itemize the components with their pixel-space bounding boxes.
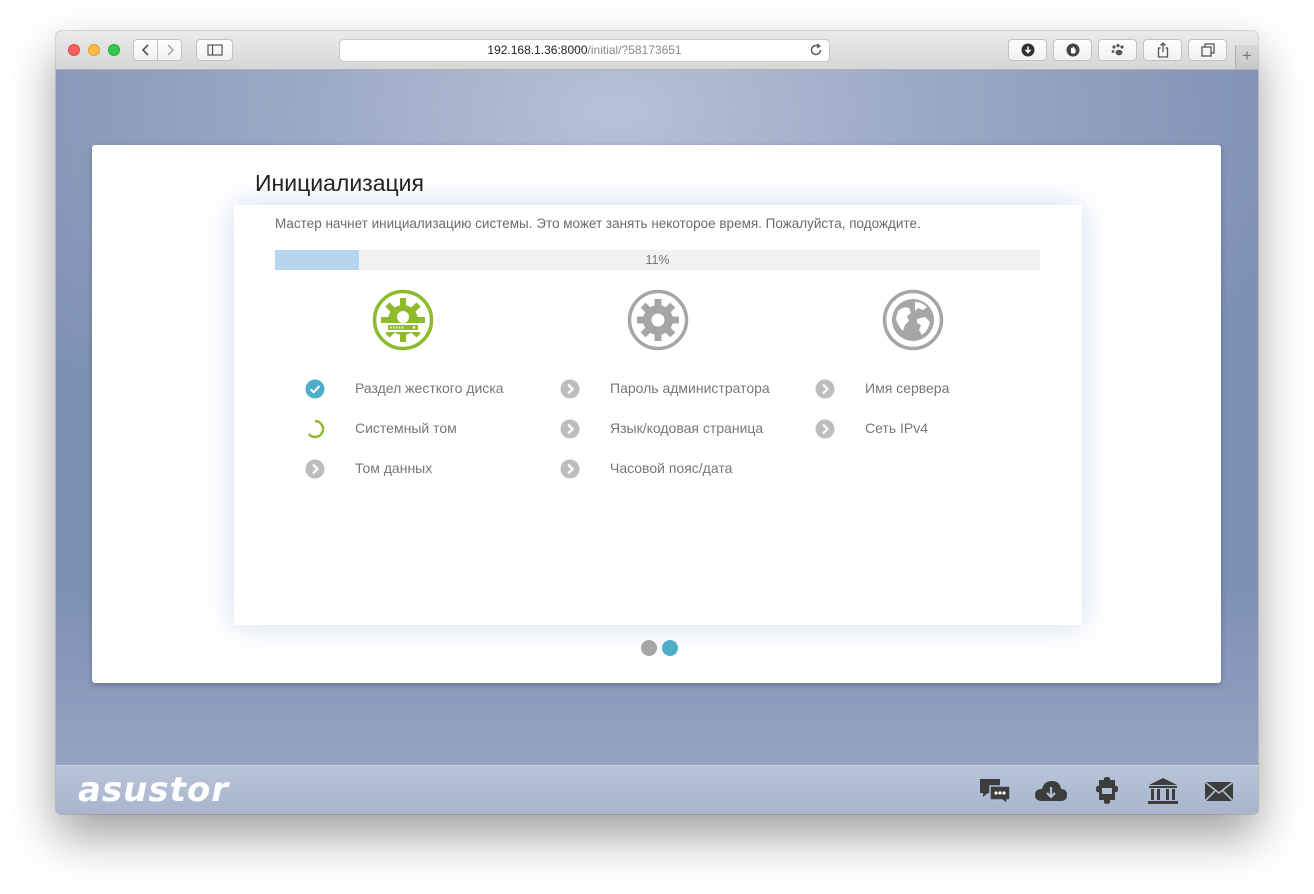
step-status <box>305 419 325 439</box>
browser-window: 192.168.1.36:8000/initial/?58173651 + Ин… <box>56 31 1258 814</box>
progress-label: 11% <box>645 253 670 267</box>
asustor-logo: asustor <box>78 770 230 810</box>
chevron-right-icon <box>166 44 174 56</box>
zoom-window-button[interactable] <box>108 44 120 56</box>
mail-icon[interactable] <box>1202 776 1236 806</box>
back-button[interactable] <box>133 39 158 61</box>
chevron-right-circle-icon <box>815 379 835 399</box>
chevron-left-icon <box>141 44 149 56</box>
chevron-right-circle-icon <box>560 379 580 399</box>
extension-button-1[interactable] <box>1053 39 1092 61</box>
url-path: /initial/?58173651 <box>587 43 682 57</box>
wizard-step-item: Раздел жесткого диска <box>305 379 503 399</box>
chevron-right-circle-icon <box>560 419 580 439</box>
bank-icon[interactable] <box>1146 776 1180 806</box>
step-status <box>560 419 580 439</box>
forward-button[interactable] <box>157 39 182 61</box>
step-status <box>815 419 835 439</box>
step-status <box>560 459 580 479</box>
wizard-step-item: Пароль администратора <box>560 379 770 399</box>
chevron-right-circle-icon <box>560 459 580 479</box>
chevron-right-circle-icon <box>815 419 835 439</box>
wizard-card: Инициализация Мастер начнет инициализаци… <box>92 145 1221 683</box>
wizard-step-item: Имя сервера <box>815 379 949 399</box>
step-label: Раздел жесткого диска <box>355 380 504 396</box>
step-status <box>560 379 580 399</box>
download-icon <box>1021 43 1034 57</box>
wizard-step-item: Системный том <box>305 419 457 439</box>
step-label: Том данных <box>355 460 433 476</box>
step-label: Сеть IPv4 <box>865 420 929 436</box>
address-bar[interactable]: 192.168.1.36:8000/initial/?58173651 <box>339 39 830 62</box>
minimize-window-button[interactable] <box>88 44 100 56</box>
chat-icon[interactable] <box>978 776 1012 806</box>
step-label: Часовой пояс/дата <box>610 460 733 476</box>
wizard-description: Мастер начнет инициализацию системы. Это… <box>275 216 921 231</box>
taskbar: asustor <box>56 765 1258 814</box>
pager-dot-1[interactable] <box>641 640 657 656</box>
wizard-step-item: Часовой пояс/дата <box>560 459 732 479</box>
tabs-icon <box>1200 43 1215 57</box>
share-icon <box>1157 42 1168 58</box>
chevron-right-circle-icon <box>305 459 325 479</box>
sidebar-icon <box>206 44 223 56</box>
step-status <box>305 459 325 479</box>
step-status <box>815 379 835 399</box>
page-content: Инициализация Мастер начнет инициализаци… <box>56 70 1258 765</box>
storage-gear-icon <box>372 289 434 351</box>
paw-icon <box>1111 44 1124 56</box>
new-tab-button[interactable]: + <box>1235 45 1258 69</box>
url-host: 192.168.1.36:8000 <box>487 43 588 57</box>
step-label: Имя сервера <box>865 380 950 396</box>
progress-bar: 11% <box>275 250 1040 270</box>
plugin-icon[interactable] <box>1090 776 1124 806</box>
pager-dot-2[interactable] <box>662 640 678 656</box>
check-icon <box>305 379 325 399</box>
wizard-step-item: Том данных <box>305 459 432 479</box>
close-window-button[interactable] <box>68 44 80 56</box>
reload-icon[interactable] <box>809 43 823 57</box>
tabs-overview-button[interactable] <box>1188 39 1227 61</box>
sidebar-toggle-button[interactable] <box>196 39 233 61</box>
step-label: Язык/кодовая страница <box>610 420 764 436</box>
step-label: Пароль администратора <box>610 380 770 396</box>
extension-button-2[interactable] <box>1098 39 1137 61</box>
browser-toolbar: 192.168.1.36:8000/initial/?58173651 + <box>56 31 1258 70</box>
step-label: Системный том <box>355 420 457 436</box>
step-status <box>305 379 325 399</box>
cloud-download-icon[interactable] <box>1034 776 1068 806</box>
downloads-button[interactable] <box>1008 39 1047 61</box>
wizard-step-item: Язык/кодовая страница <box>560 419 763 439</box>
wizard-step-item: Сеть IPv4 <box>815 419 928 439</box>
share-button[interactable] <box>1143 39 1182 61</box>
globe-icon <box>882 289 944 351</box>
settings-gear-icon <box>627 289 689 351</box>
spinner-icon <box>307 419 325 439</box>
shield-icon <box>1066 43 1079 57</box>
page-title: Инициализация <box>255 170 424 196</box>
